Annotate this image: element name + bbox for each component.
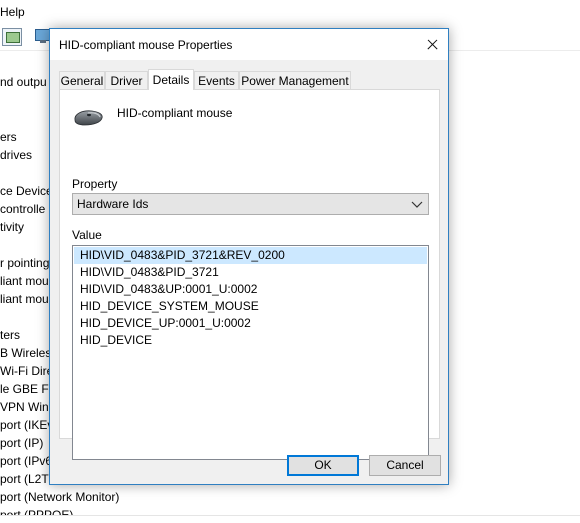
tree-item[interactable]: port (IKEv: [0, 418, 53, 432]
mouse-icon: [74, 110, 103, 126]
tree-item[interactable]: ters: [0, 328, 20, 342]
tree-item[interactable]: controlle: [0, 202, 45, 216]
title-bar: HID-compliant mouse Properties: [50, 29, 448, 60]
tab-general[interactable]: General: [59, 71, 105, 89]
tree-item[interactable]: port (IPv6: [0, 454, 52, 468]
property-label: Property: [72, 177, 118, 191]
dialog-title: HID-compliant mouse Properties: [59, 38, 233, 52]
tree-item[interactable]: drives: [0, 148, 32, 162]
list-item[interactable]: HID_DEVICE_UP:0001_U:0002: [74, 315, 427, 332]
properties-dialog: HID-compliant mouse Properties General D…: [49, 28, 449, 485]
list-item[interactable]: HID_DEVICE: [74, 332, 427, 349]
value-label: Value: [72, 228, 102, 242]
tab-events[interactable]: Events: [194, 71, 239, 89]
menu-bar: Help: [0, 0, 580, 24]
details-panel: HID-compliant mouse Property Hardware Id…: [59, 89, 440, 460]
property-selected-value: Hardware Ids: [77, 197, 149, 211]
tree-item[interactable]: B Wireles: [0, 346, 51, 360]
tree-item[interactable]: port (IP): [0, 436, 43, 450]
tab-details[interactable]: Details: [148, 69, 194, 90]
tree-item[interactable]: liant mou: [0, 274, 49, 288]
close-icon[interactable]: [416, 29, 448, 60]
tree-item[interactable]: r pointing: [0, 256, 49, 270]
chevron-down-icon: [411, 201, 423, 208]
tree-item[interactable]: tivity: [0, 220, 24, 234]
ok-button[interactable]: OK: [287, 455, 359, 476]
tab-driver[interactable]: Driver: [105, 71, 148, 89]
property-dropdown[interactable]: Hardware Ids: [72, 193, 429, 215]
tree-item[interactable]: port (Network Monitor): [0, 490, 119, 504]
device-name: HID-compliant mouse: [117, 106, 233, 120]
tab-strip: General Driver Details Events Power Mana…: [59, 69, 439, 90]
tree-item[interactable]: ce Device: [0, 184, 53, 198]
cancel-button[interactable]: Cancel: [369, 455, 441, 476]
value-listbox[interactable]: HID\VID_0483&PID_3721&REV_0200 HID\VID_0…: [72, 245, 429, 460]
list-item[interactable]: HID\VID_0483&PID_3721: [74, 264, 427, 281]
tree-item[interactable]: le GBE Fa: [0, 382, 55, 396]
tree-item[interactable]: ers: [0, 130, 17, 144]
list-item[interactable]: HID_DEVICE_SYSTEM_MOUSE: [74, 298, 427, 315]
list-item[interactable]: HID\VID_0483&UP:0001_U:0002: [74, 281, 427, 298]
tree-item[interactable]: Wi-Fi Dire: [0, 364, 53, 378]
tree-item[interactable]: VPN Wind: [0, 400, 55, 414]
tree-item[interactable]: liant mou: [0, 292, 49, 306]
list-item[interactable]: HID\VID_0483&PID_3721&REV_0200: [74, 247, 427, 264]
tab-power-management[interactable]: Power Management: [239, 71, 351, 89]
tree-item[interactable]: nd outpu: [0, 75, 47, 89]
